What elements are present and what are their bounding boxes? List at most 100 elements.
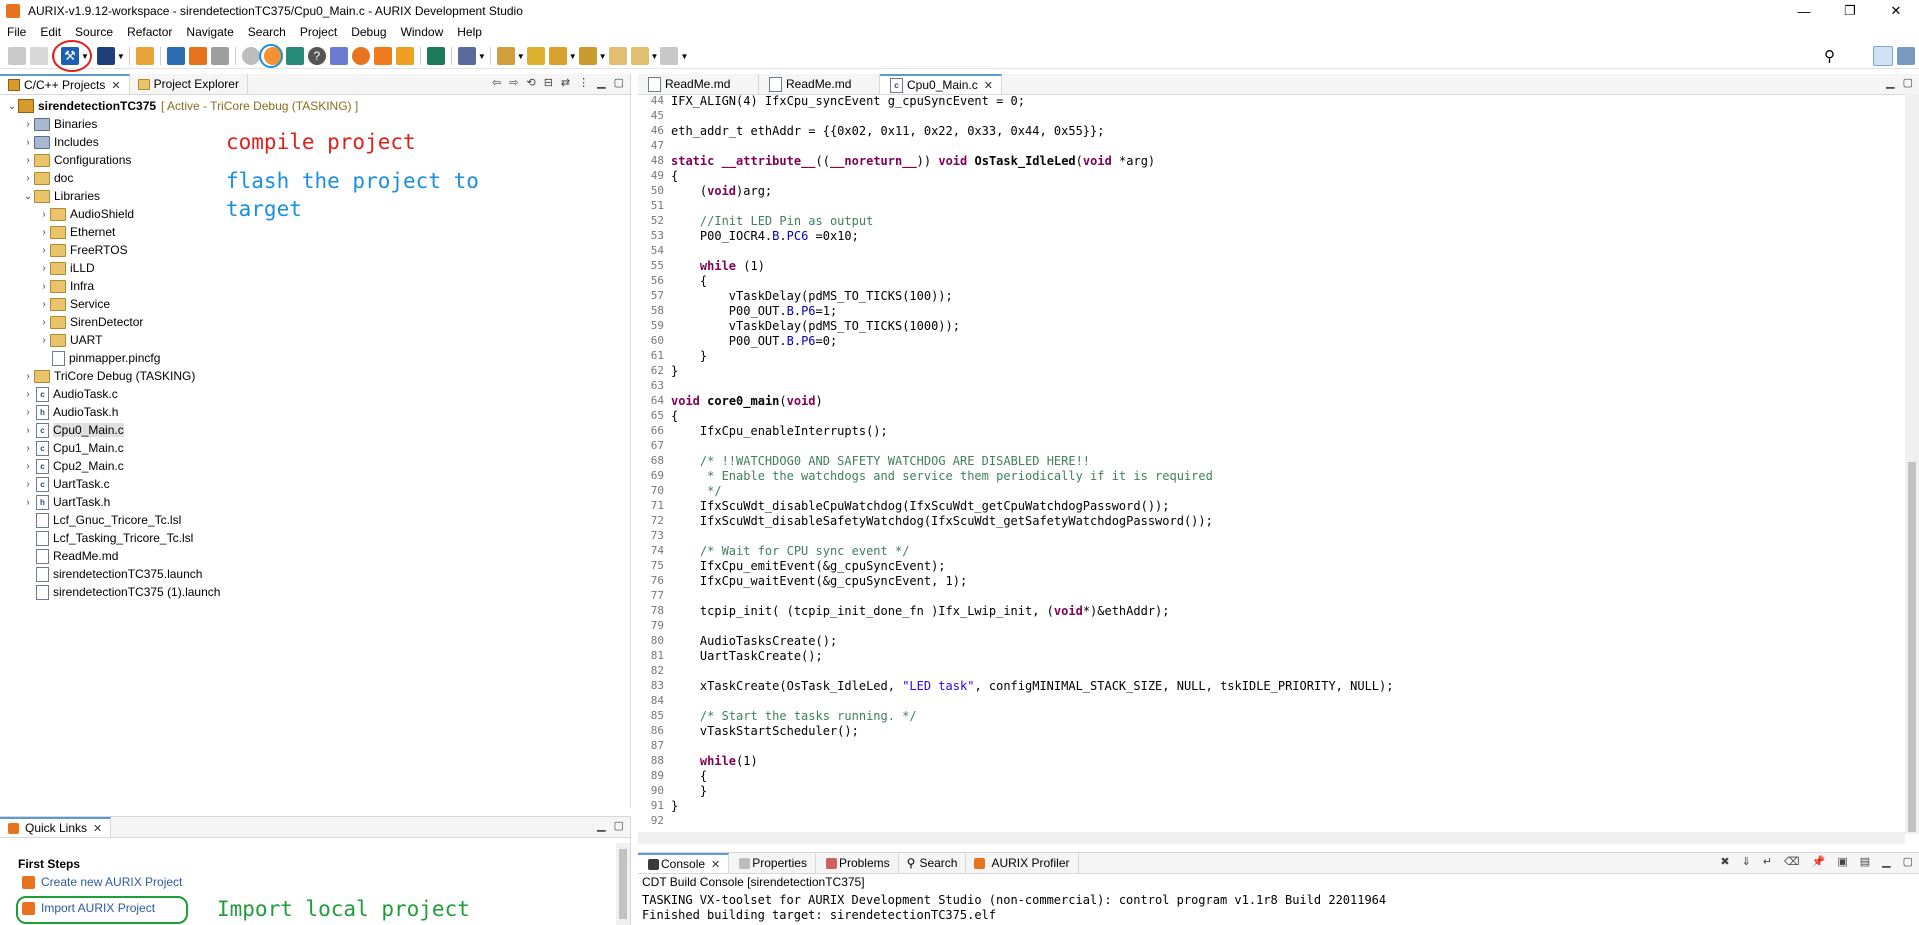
- run-icon[interactable]: [457, 47, 476, 65]
- tree-item[interactable]: › UART: [38, 331, 102, 349]
- tree-item[interactable]: › iLLD: [38, 259, 94, 277]
- debug-perspective-icon[interactable]: [1897, 47, 1915, 65]
- menu-project[interactable]: Project: [293, 25, 344, 39]
- tab-project-explorer[interactable]: Project Explorer: [130, 74, 248, 94]
- code-line[interactable]: {: [671, 769, 707, 783]
- tree-item[interactable]: › c Cpu0_Main.c: [22, 421, 124, 439]
- annotation-dropdown-icon[interactable]: ▼: [517, 52, 525, 61]
- tree-item[interactable]: › h AudioTask.h: [22, 403, 118, 421]
- code-line[interactable]: }: [671, 349, 707, 363]
- expand-icon[interactable]: ›: [22, 497, 34, 508]
- code-line[interactable]: {: [671, 169, 678, 183]
- expand-icon[interactable]: ›: [22, 173, 34, 184]
- help-icon[interactable]: ?: [307, 47, 326, 65]
- forward-arrow-icon[interactable]: [660, 47, 679, 65]
- tab-cpp-projects[interactable]: C/C++ Projects ✕: [0, 74, 130, 94]
- expand-icon[interactable]: ›: [38, 245, 50, 256]
- menu-source[interactable]: Source: [68, 25, 120, 39]
- expand-icon[interactable]: ›: [22, 479, 34, 490]
- clear-console-icon[interactable]: ⌫: [1784, 855, 1800, 868]
- menu-debug[interactable]: Debug: [344, 25, 393, 39]
- code-line[interactable]: (void)arg;: [671, 184, 772, 198]
- code-line[interactable]: IfxCpu_emitEvent(&g_cpuSyncEvent);: [671, 559, 946, 573]
- code-line[interactable]: AudioTasksCreate();: [671, 634, 837, 648]
- tree-item[interactable]: › c AudioTask.c: [22, 385, 118, 403]
- forward-icon[interactable]: ⇨: [509, 76, 518, 89]
- code-line[interactable]: xTaskCreate(OsTask_IdleLed, "LED task", …: [671, 679, 1394, 693]
- shield-icon[interactable]: [426, 47, 445, 65]
- tree-item[interactable]: sirendetectionTC375 (1).launch: [22, 583, 220, 601]
- tree-item[interactable]: › AudioShield: [38, 205, 134, 223]
- scroll-thumb[interactable]: [619, 849, 627, 919]
- menu-search[interactable]: Search: [241, 25, 293, 39]
- tree-item[interactable]: pinmapper.pincfg: [38, 349, 160, 367]
- expand-icon[interactable]: ›: [22, 155, 34, 166]
- collapse-all-icon[interactable]: ⊟: [544, 76, 553, 89]
- tab-readme-2[interactable]: ReadMe.md: [759, 74, 880, 94]
- create-project-link[interactable]: Create new AURIX Project: [22, 875, 182, 889]
- back-icon[interactable]: ⇦: [492, 76, 501, 89]
- maximize-view-icon[interactable]: ▢: [614, 76, 624, 89]
- code-line[interactable]: tcpip_init( (tcpip_init_done_fn )Ifx_Lwi…: [671, 604, 1170, 618]
- code-line[interactable]: }: [671, 364, 678, 378]
- tab-console[interactable]: Console ✕: [638, 853, 730, 873]
- code-line[interactable]: vTaskStartScheduler();: [671, 724, 859, 738]
- word-wrap-icon[interactable]: ↵: [1763, 855, 1772, 868]
- search-icon[interactable]: ⚲: [1824, 47, 1835, 65]
- nav-icon[interactable]: [578, 47, 597, 65]
- menu-refactor[interactable]: Refactor: [120, 25, 179, 39]
- run-dropdown-icon[interactable]: ▼: [478, 52, 486, 61]
- expand-icon[interactable]: ›: [22, 461, 34, 472]
- menu-edit[interactable]: Edit: [33, 25, 68, 39]
- expand-icon[interactable]: ›: [22, 407, 34, 418]
- expand-icon[interactable]: ›: [22, 443, 34, 454]
- minimize-view-icon[interactable]: ▁: [597, 819, 605, 832]
- flash-button[interactable]: [258, 44, 284, 68]
- menu-navigate[interactable]: Navigate: [179, 25, 240, 39]
- tab-cpu0-main[interactable]: c Cpu0_Main.c ✕: [880, 74, 1002, 94]
- expand-icon[interactable]: ›: [38, 227, 50, 238]
- pin-console-icon[interactable]: 📌: [1812, 855, 1826, 868]
- code-line[interactable]: {: [671, 274, 707, 288]
- editor-vscrollbar[interactable]: [1905, 94, 1919, 834]
- menu-help[interactable]: Help: [450, 25, 489, 39]
- code-line[interactable]: /* !!WATCHDOG0 AND SAFETY WATCHDOG ARE D…: [671, 454, 1090, 468]
- close-icon[interactable]: ✕: [111, 79, 120, 92]
- code-line[interactable]: P00_IOCR4.B.PC6 =0x10;: [671, 229, 859, 243]
- expand-icon[interactable]: ›: [38, 317, 50, 328]
- close-icon[interactable]: ✕: [984, 79, 993, 92]
- sync-icon[interactable]: ⟲: [526, 76, 535, 89]
- back-dropdown-icon[interactable]: ▼: [651, 52, 659, 61]
- tree-item[interactable]: ReadMe.md: [22, 547, 118, 565]
- code-line[interactable]: IfxScuWdt_disableCpuWatchdog(IfxScuWdt_g…: [671, 499, 1170, 513]
- code-line[interactable]: }: [671, 784, 707, 798]
- code-line[interactable]: vTaskDelay(pdMS_TO_TICKS(1000));: [671, 319, 960, 333]
- code-line[interactable]: IfxScuWdt_disableSafetyWatchdog(IfxScuWd…: [671, 514, 1213, 528]
- link-editor-icon[interactable]: ⇄: [561, 76, 570, 89]
- highlight-icon[interactable]: [526, 47, 545, 65]
- settings-icon[interactable]: [135, 47, 154, 65]
- expand-icon[interactable]: ⌄: [6, 101, 18, 112]
- terminate-icon[interactable]: ✖: [1720, 855, 1729, 868]
- scroll-lock-icon[interactable]: ⇓: [1742, 855, 1751, 868]
- maximize-view-icon[interactable]: ▢: [614, 819, 624, 832]
- pin-icon[interactable]: [548, 47, 567, 65]
- tab-readme-1[interactable]: ReadMe.md: [638, 74, 759, 94]
- expand-icon[interactable]: ›: [22, 119, 34, 130]
- tree-item[interactable]: › TriCore Debug (TASKING): [22, 367, 195, 385]
- code-line[interactable]: void core0_main(void): [671, 394, 823, 408]
- tree-item[interactable]: › FreeRTOS: [38, 241, 127, 259]
- tree-item[interactable]: › Ethernet: [38, 223, 115, 241]
- code-line[interactable]: UartTaskCreate();: [671, 649, 823, 663]
- tree-item[interactable]: ⌄ Libraries: [22, 187, 100, 205]
- tool-icon[interactable]: [351, 47, 370, 65]
- code-line[interactable]: }: [671, 799, 678, 813]
- collapse-icon[interactable]: ⌄: [22, 191, 34, 202]
- save-icon[interactable]: [8, 47, 26, 65]
- minimize-view-icon[interactable]: ▁: [1882, 855, 1890, 868]
- aurix-icon[interactable]: [188, 47, 207, 65]
- code-line[interactable]: while (1): [671, 259, 765, 273]
- debug-dropdown-icon[interactable]: ▼: [117, 52, 125, 61]
- expand-icon[interactable]: ›: [38, 281, 50, 292]
- tab-search[interactable]: ⚲ Search: [899, 853, 967, 873]
